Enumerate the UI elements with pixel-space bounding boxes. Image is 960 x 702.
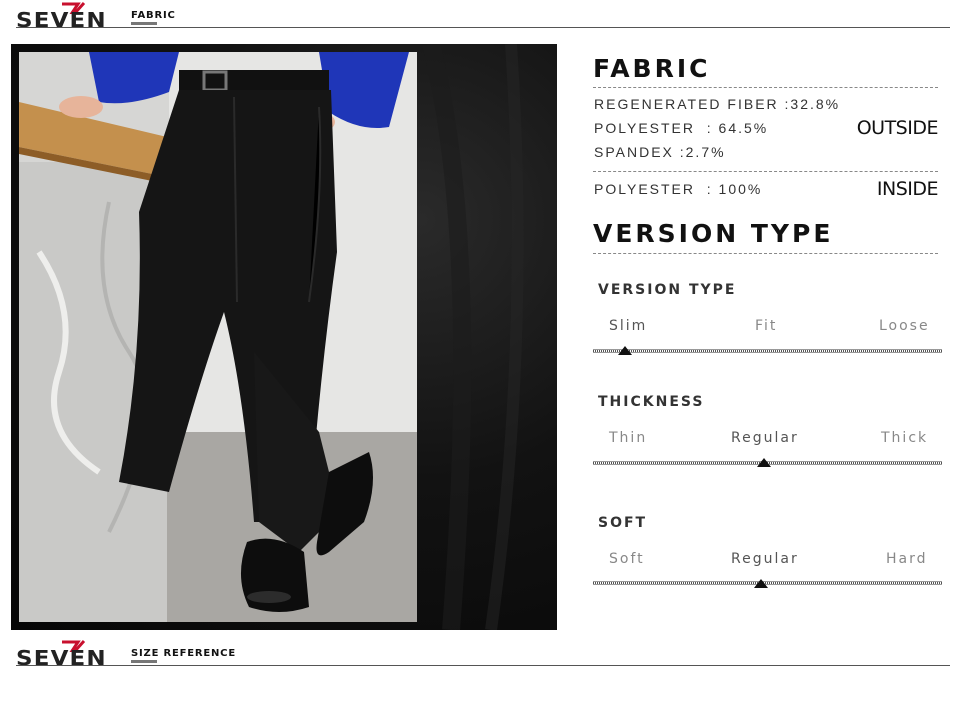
scale-soft-option-hard: Hard [886, 551, 928, 567]
label-underline [131, 660, 157, 663]
trousers-photo-icon [19, 52, 417, 622]
fabric-line-1: REGENERATED FIBER :32.8% [594, 96, 841, 112]
model-photo [19, 52, 417, 622]
scale-version-option-slim: Slim [609, 318, 648, 334]
scale-thickness-pointer [757, 458, 771, 467]
inside-tag: INSIDE [876, 178, 939, 200]
scale-title-thickness: THICKNESS [598, 394, 705, 410]
header-rule [128, 27, 950, 28]
brand-logo-bottom: SEVEN [16, 640, 128, 670]
section-label: SIZE REFERENCE [131, 648, 236, 659]
version-title: VERSION TYPE [593, 219, 834, 248]
scale-thickness-option-thin: Thin [609, 430, 648, 446]
fabric-divider [593, 87, 938, 88]
version-divider [593, 253, 938, 254]
header-rule-left [16, 665, 128, 666]
top-header: SEVEN FABRIC [0, 0, 960, 40]
scale-soft-option-regular: Regular [731, 551, 799, 567]
scale-title-soft: SOFT [598, 515, 648, 531]
scale-thickness-option-thick: Thick [881, 430, 929, 446]
scale-version-pointer [618, 346, 632, 355]
brand-logo: SEVEN [16, 2, 128, 32]
scale-thickness-option-regular: Regular [731, 430, 799, 446]
header-rule-left [16, 27, 128, 28]
scale-title-version: VERSION TYPE [598, 282, 737, 298]
scale-soft-pointer [754, 579, 768, 588]
section-label: FABRIC [131, 10, 176, 21]
bottom-header: SEVEN SIZE REFERENCE [0, 638, 960, 678]
scale-version-option-loose: Loose [879, 318, 930, 334]
inside-divider [593, 171, 938, 172]
outside-tag: OUTSIDE [856, 117, 939, 139]
fabric-line-3: SPANDEX :2.7% [594, 144, 726, 160]
scale-version-track [593, 349, 942, 353]
logo-text: SEVEN [16, 646, 107, 670]
logo-text: SEVEN [16, 8, 107, 32]
scale-version-option-fit: Fit [755, 318, 778, 334]
label-underline [131, 22, 157, 25]
product-photo [11, 44, 557, 630]
scale-soft-option-soft: Soft [609, 551, 645, 567]
fabric-line-2: POLYESTER : 64.5% [594, 120, 769, 136]
fabric-title: FABRIC [593, 54, 711, 83]
inside-line: POLYESTER : 100% [594, 181, 763, 197]
header-rule [128, 665, 950, 666]
